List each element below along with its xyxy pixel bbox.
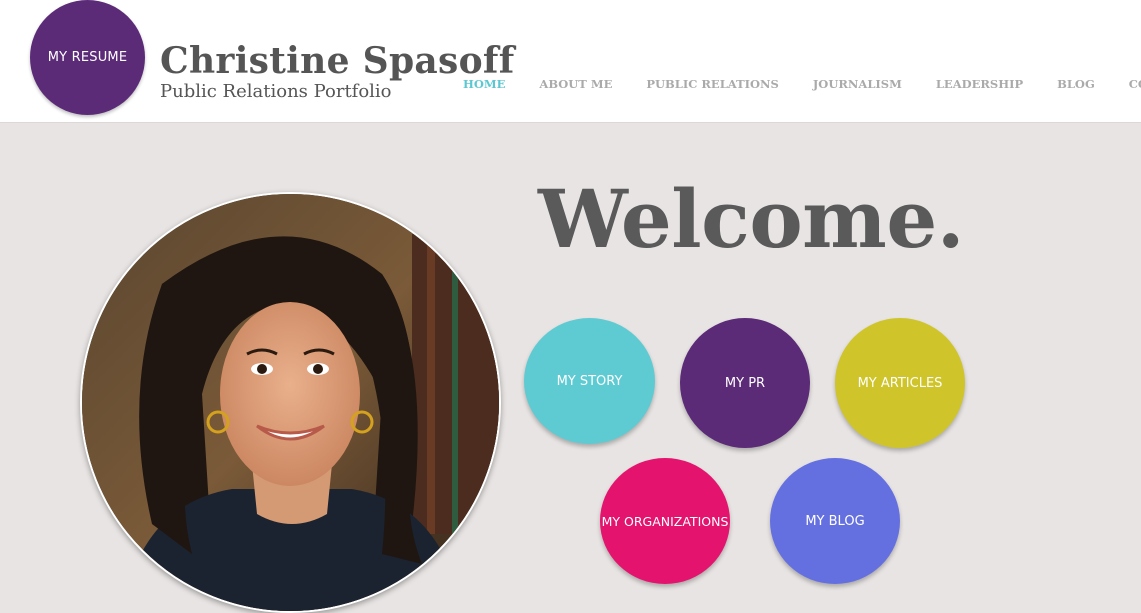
nav-item-about-me[interactable]: ABOUT ME — [539, 77, 612, 91]
portrait-illustration — [82, 194, 499, 611]
my-blog-button[interactable]: MY BLOG — [770, 458, 900, 584]
nav-item-blog[interactable]: BLOG — [1057, 77, 1095, 91]
welcome-heading: Welcome. — [538, 172, 965, 266]
my-articles-button[interactable]: MY ARTICLES — [835, 318, 965, 448]
nav-item-journalism[interactable]: JOURNALISM — [813, 77, 902, 91]
my-resume-button[interactable]: MY RESUME — [30, 0, 145, 115]
my-story-button[interactable]: MY STORY — [524, 318, 655, 444]
nav-item-contact[interactable]: CONTACT — [1129, 77, 1141, 91]
site-subtitle: Public Relations Portfolio — [160, 81, 392, 102]
my-organizations-button[interactable]: MY ORGANIZATIONS — [600, 458, 730, 584]
main-nav: HOME ABOUT ME PUBLIC RELATIONS JOURNALIS… — [463, 77, 1141, 91]
my-pr-button[interactable]: MY PR — [680, 318, 810, 448]
nav-item-home[interactable]: HOME — [463, 77, 505, 91]
site-header: MY RESUME Christine Spasoff Public Relat… — [0, 0, 1141, 123]
nav-item-leadership[interactable]: LEADERSHIP — [936, 77, 1023, 91]
site-title[interactable]: Christine Spasoff — [160, 40, 515, 82]
profile-photo — [80, 192, 501, 613]
nav-item-public-relations[interactable]: PUBLIC RELATIONS — [646, 77, 779, 91]
